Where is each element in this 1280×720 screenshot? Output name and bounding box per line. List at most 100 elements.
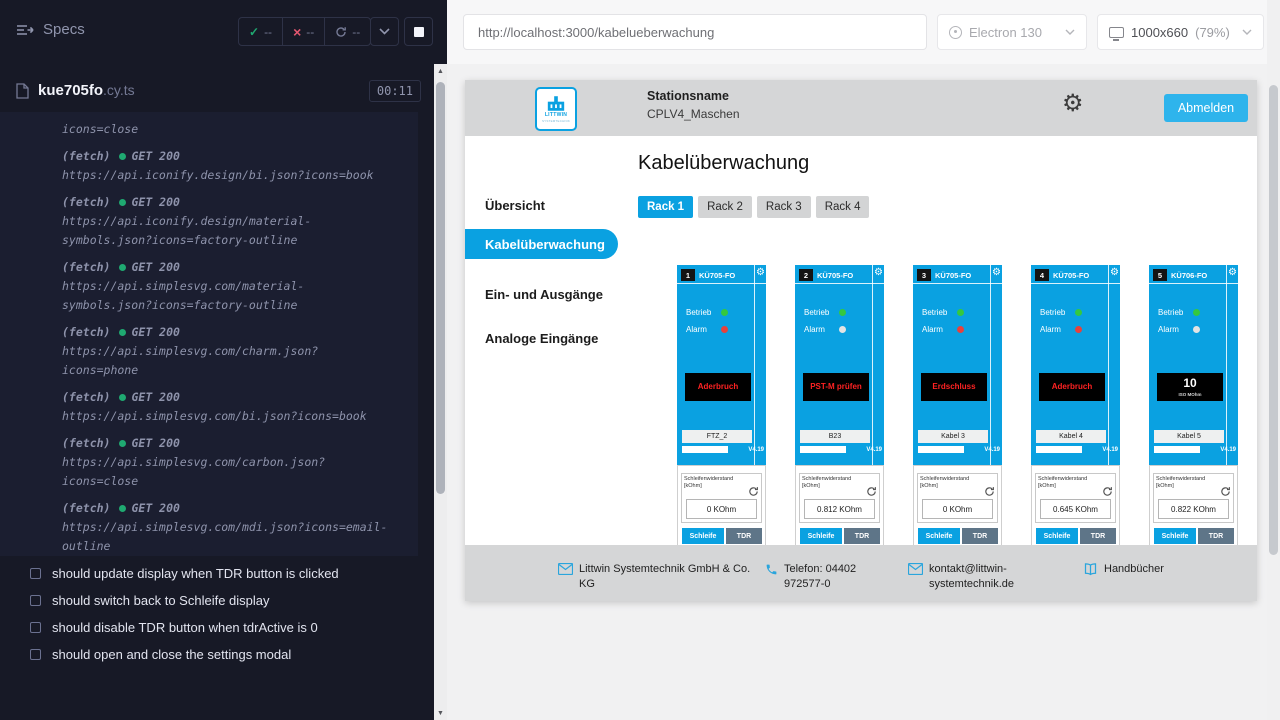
phone-icon [765, 563, 778, 576]
nav-item-kabelueberwachung[interactable]: Kabelüberwachung [465, 229, 618, 259]
test-title: should update display when TDR button is… [52, 566, 339, 581]
log-entry[interactable]: (fetch)GET 200 https://api.iconify.desig… [62, 193, 418, 250]
tab-rack-4[interactable]: Rack 4 [816, 196, 870, 218]
scroll-up-icon[interactable]: ▲ [434, 64, 447, 78]
divider [990, 265, 991, 465]
log-entry[interactable]: (fetch)GET 200 https://api.simplesvg.com… [62, 258, 418, 315]
log-entry[interactable]: (fetch)GET 200 https://api.simplesvg.com… [62, 323, 418, 380]
tdr-button[interactable]: TDR [1198, 528, 1234, 544]
schleife-button[interactable]: Schleife [682, 528, 724, 544]
page-scrollbar[interactable] [1267, 0, 1280, 720]
card-settings-gear-icon[interactable]: ⚙ [1228, 268, 1237, 278]
resistance-value: 0.645 KOhm [1040, 499, 1111, 519]
tab-rack-1[interactable]: Rack 1 [638, 196, 693, 218]
tab-rack-2[interactable]: Rack 2 [698, 196, 752, 218]
alarm-label: Alarm [804, 325, 825, 334]
betrieb-led [839, 309, 846, 316]
cable-name-label: Kabel 4 [1036, 430, 1106, 443]
card-number-badge: 2 [799, 269, 813, 281]
fetch-url: https://api.simplesvg.com/carbon.json?ic… [62, 453, 392, 491]
log-entry[interactable]: (fetch)GET 200 https://api.iconify.desig… [62, 147, 418, 185]
alarm-led [1193, 326, 1200, 333]
module-card: 3 KÜ705-FO ⚙ Betrieb Alarm Erdschluss Ka… [913, 265, 1002, 560]
page-title: Kabelüberwachung [638, 152, 809, 175]
log-entry[interactable]: (fetch)GET 200 https://api.simplesvg.com… [62, 434, 418, 491]
divider [1149, 283, 1238, 284]
schleife-button[interactable]: Schleife [1036, 528, 1078, 544]
reporter-scrollbar[interactable]: ▲ ▼ [434, 64, 447, 720]
refresh-icon[interactable] [866, 486, 877, 497]
schleife-button[interactable]: Schleife [800, 528, 842, 544]
refresh-icon[interactable] [984, 486, 995, 497]
footer-phone[interactable]: Telefon: 04402 972577-0 [765, 562, 877, 592]
fetch-url: https://api.iconify.design/bi.json?icons… [62, 166, 392, 185]
footer-manuals-link[interactable]: Handbücher [1083, 562, 1203, 577]
module-card: 1 KÜ705-FO ⚙ Betrieb Alarm Aderbruch FTZ… [677, 265, 766, 560]
betrieb-led [1193, 309, 1200, 316]
alarm-led [957, 326, 964, 333]
fetch-status: GET 200 [131, 388, 179, 407]
resistance-box: Schleifenwiderstand [kOhm] 0.812 KOhm [799, 473, 880, 523]
specs-menu-button[interactable]: Specs [16, 21, 85, 38]
iso-value: 10 [1183, 377, 1196, 391]
app-footer: Littwin Systemtechnik GmbH & Co. KG Tele… [465, 545, 1257, 601]
tdr-button[interactable]: TDR [844, 528, 880, 544]
scroll-down-icon[interactable]: ▼ [434, 706, 447, 720]
failed-x-icon: × [293, 25, 301, 39]
stat-failed: × -- [282, 18, 324, 45]
card-settings-gear-icon[interactable]: ⚙ [1110, 268, 1119, 278]
card-settings-gear-icon[interactable]: ⚙ [992, 268, 1001, 278]
card-settings-gear-icon[interactable]: ⚙ [874, 268, 883, 278]
refresh-icon[interactable] [748, 486, 759, 497]
nav-item-ein-und-ausgaenge[interactable]: Ein- und Ausgänge [485, 287, 603, 302]
spec-file-row[interactable]: kue705fo.cy.ts 00:11 [16, 76, 421, 106]
refresh-icon[interactable] [1102, 486, 1113, 497]
footer-email[interactable]: kontakt@littwin-systemtechnik.de [908, 562, 1030, 592]
stat-pending: -- [324, 18, 370, 45]
chevron-down-icon [1242, 29, 1252, 35]
test-item[interactable]: should open and close the settings modal [0, 641, 430, 668]
app-header: LITTWIN SYSTEMTECHNIK Stationsname CPLV4… [465, 80, 1257, 136]
log-entry[interactable]: (fetch)GET 200 https://api.simplesvg.com… [62, 388, 418, 426]
spec-extension: .cy.ts [103, 82, 135, 98]
card-settings-gear-icon[interactable]: ⚙ [756, 268, 765, 278]
divider [913, 283, 1002, 284]
status-dot-icon [119, 505, 126, 512]
display-strip [682, 446, 728, 453]
collapse-reporter-button[interactable] [370, 17, 399, 46]
test-item[interactable]: should disable TDR button when tdrActive… [0, 614, 430, 641]
settings-gear-icon[interactable]: ⚙ [1062, 92, 1084, 116]
schleife-button[interactable]: Schleife [918, 528, 960, 544]
cable-name-label: Kabel 3 [918, 430, 988, 443]
nav-item-uebersicht[interactable]: Übersicht [485, 198, 545, 213]
betrieb-led [957, 309, 964, 316]
status-dot-icon [119, 153, 126, 160]
tdr-button[interactable]: TDR [962, 528, 998, 544]
resistance-value: 0 KOhm [922, 499, 993, 519]
display-strip [800, 446, 846, 453]
log-entry[interactable]: (fetch)GET 200 https://api.simplesvg.com… [62, 499, 418, 556]
browser-select[interactable]: Electron 130 [937, 14, 1087, 50]
viewport-select[interactable]: 1000x660 (79%) [1097, 14, 1264, 50]
module-cards: 1 KÜ705-FO ⚙ Betrieb Alarm Aderbruch FTZ… [677, 265, 1238, 560]
specs-label: Specs [43, 21, 85, 38]
card-model-label: KÜ705-FO [1053, 271, 1089, 280]
stop-run-button[interactable] [404, 17, 433, 46]
test-item[interactable]: should update display when TDR button is… [0, 560, 430, 587]
url-input[interactable] [463, 14, 927, 50]
schleife-button[interactable]: Schleife [1154, 528, 1196, 544]
tdr-button[interactable]: TDR [726, 528, 762, 544]
logout-button[interactable]: Abmelden [1164, 94, 1248, 122]
refresh-icon[interactable] [1220, 486, 1231, 497]
card-number-badge: 5 [1153, 269, 1167, 281]
betrieb-led [721, 309, 728, 316]
passed-count: -- [264, 25, 272, 39]
app-under-test: LITTWIN SYSTEMTECHNIK Stationsname CPLV4… [465, 80, 1257, 601]
test-item[interactable]: should switch back to Schleife display [0, 587, 430, 614]
tdr-button[interactable]: TDR [1080, 528, 1116, 544]
tab-rack-3[interactable]: Rack 3 [757, 196, 811, 218]
scrollbar-thumb[interactable] [436, 82, 445, 494]
scrollbar-thumb[interactable] [1269, 85, 1278, 555]
nav-item-analoge-eingaenge[interactable]: Analoge Eingänge [485, 331, 598, 346]
divider [1226, 265, 1227, 465]
